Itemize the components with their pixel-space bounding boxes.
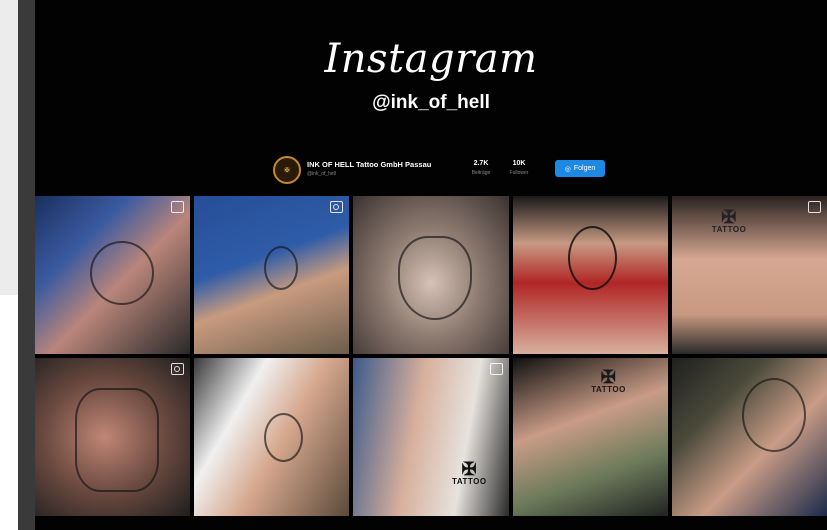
side-divider <box>18 0 35 530</box>
post-tile[interactable] <box>671 358 827 516</box>
stat-posts-value: 2.7K <box>473 160 489 167</box>
instagram-icon: ◎ <box>564 165 571 173</box>
post-tile[interactable] <box>194 358 350 516</box>
stat-followers-label: Follower <box>509 170 529 176</box>
stat-followers: 10K Follower <box>499 160 539 176</box>
watermark-text: TATTOO <box>452 477 487 486</box>
multi-photo-icon <box>807 201 821 213</box>
watermark-text: TATTOO <box>711 225 747 234</box>
watermark-text: TATTOO <box>591 385 626 394</box>
post-tile[interactable] <box>353 196 509 354</box>
post-tile[interactable] <box>194 196 350 354</box>
post-tile[interactable] <box>35 196 191 354</box>
post-tile[interactable] <box>512 196 668 354</box>
profile-name[interactable]: INK OF HELL Tattoo GmbH Passau <box>307 160 431 169</box>
follow-button[interactable]: ◎ Folgen <box>555 160 605 177</box>
video-icon <box>171 363 185 375</box>
stat-posts-label: Beiträge <box>471 170 491 176</box>
post-tile[interactable]: ✠ TATTOO <box>512 358 668 516</box>
profile-header: ✠ INK OF HELL Tattoo GmbH Passau @ink_of… <box>273 156 613 186</box>
video-icon <box>330 201 344 213</box>
tattoo-watermark: ✠ TATTOO <box>711 207 747 234</box>
instagram-title: Instagram <box>324 36 538 82</box>
stat-followers-value: 10K <box>512 160 526 167</box>
profile-username: @ink_of_hell <box>307 171 336 177</box>
tattoo-watermark: ✠ TATTOO <box>452 459 487 486</box>
follow-button-label: Folgen <box>573 165 596 172</box>
post-tile[interactable]: ✠ TATTOO <box>353 358 509 516</box>
profile-avatar[interactable]: ✠ <box>273 156 301 184</box>
multi-photo-icon <box>171 201 185 213</box>
multi-photo-icon <box>489 363 503 375</box>
stat-posts: 2.7K Beiträge <box>461 160 501 176</box>
avatar-logo-icon: ✠ <box>284 167 290 174</box>
tattoo-watermark: ✠ TATTOO <box>591 367 626 394</box>
left-background-panel <box>0 0 18 295</box>
post-tile[interactable] <box>35 358 191 516</box>
account-handle[interactable]: @ink_of_hell <box>35 92 827 114</box>
instagram-feed-embed: Instagram @ink_of_hell ✠ INK OF HELL Tat… <box>35 0 827 530</box>
post-tile[interactable]: ✠ TATTOO <box>671 196 827 354</box>
post-grid: ✠ TATTOO ✠ TATTOO ✠ TATTOO <box>35 196 827 518</box>
